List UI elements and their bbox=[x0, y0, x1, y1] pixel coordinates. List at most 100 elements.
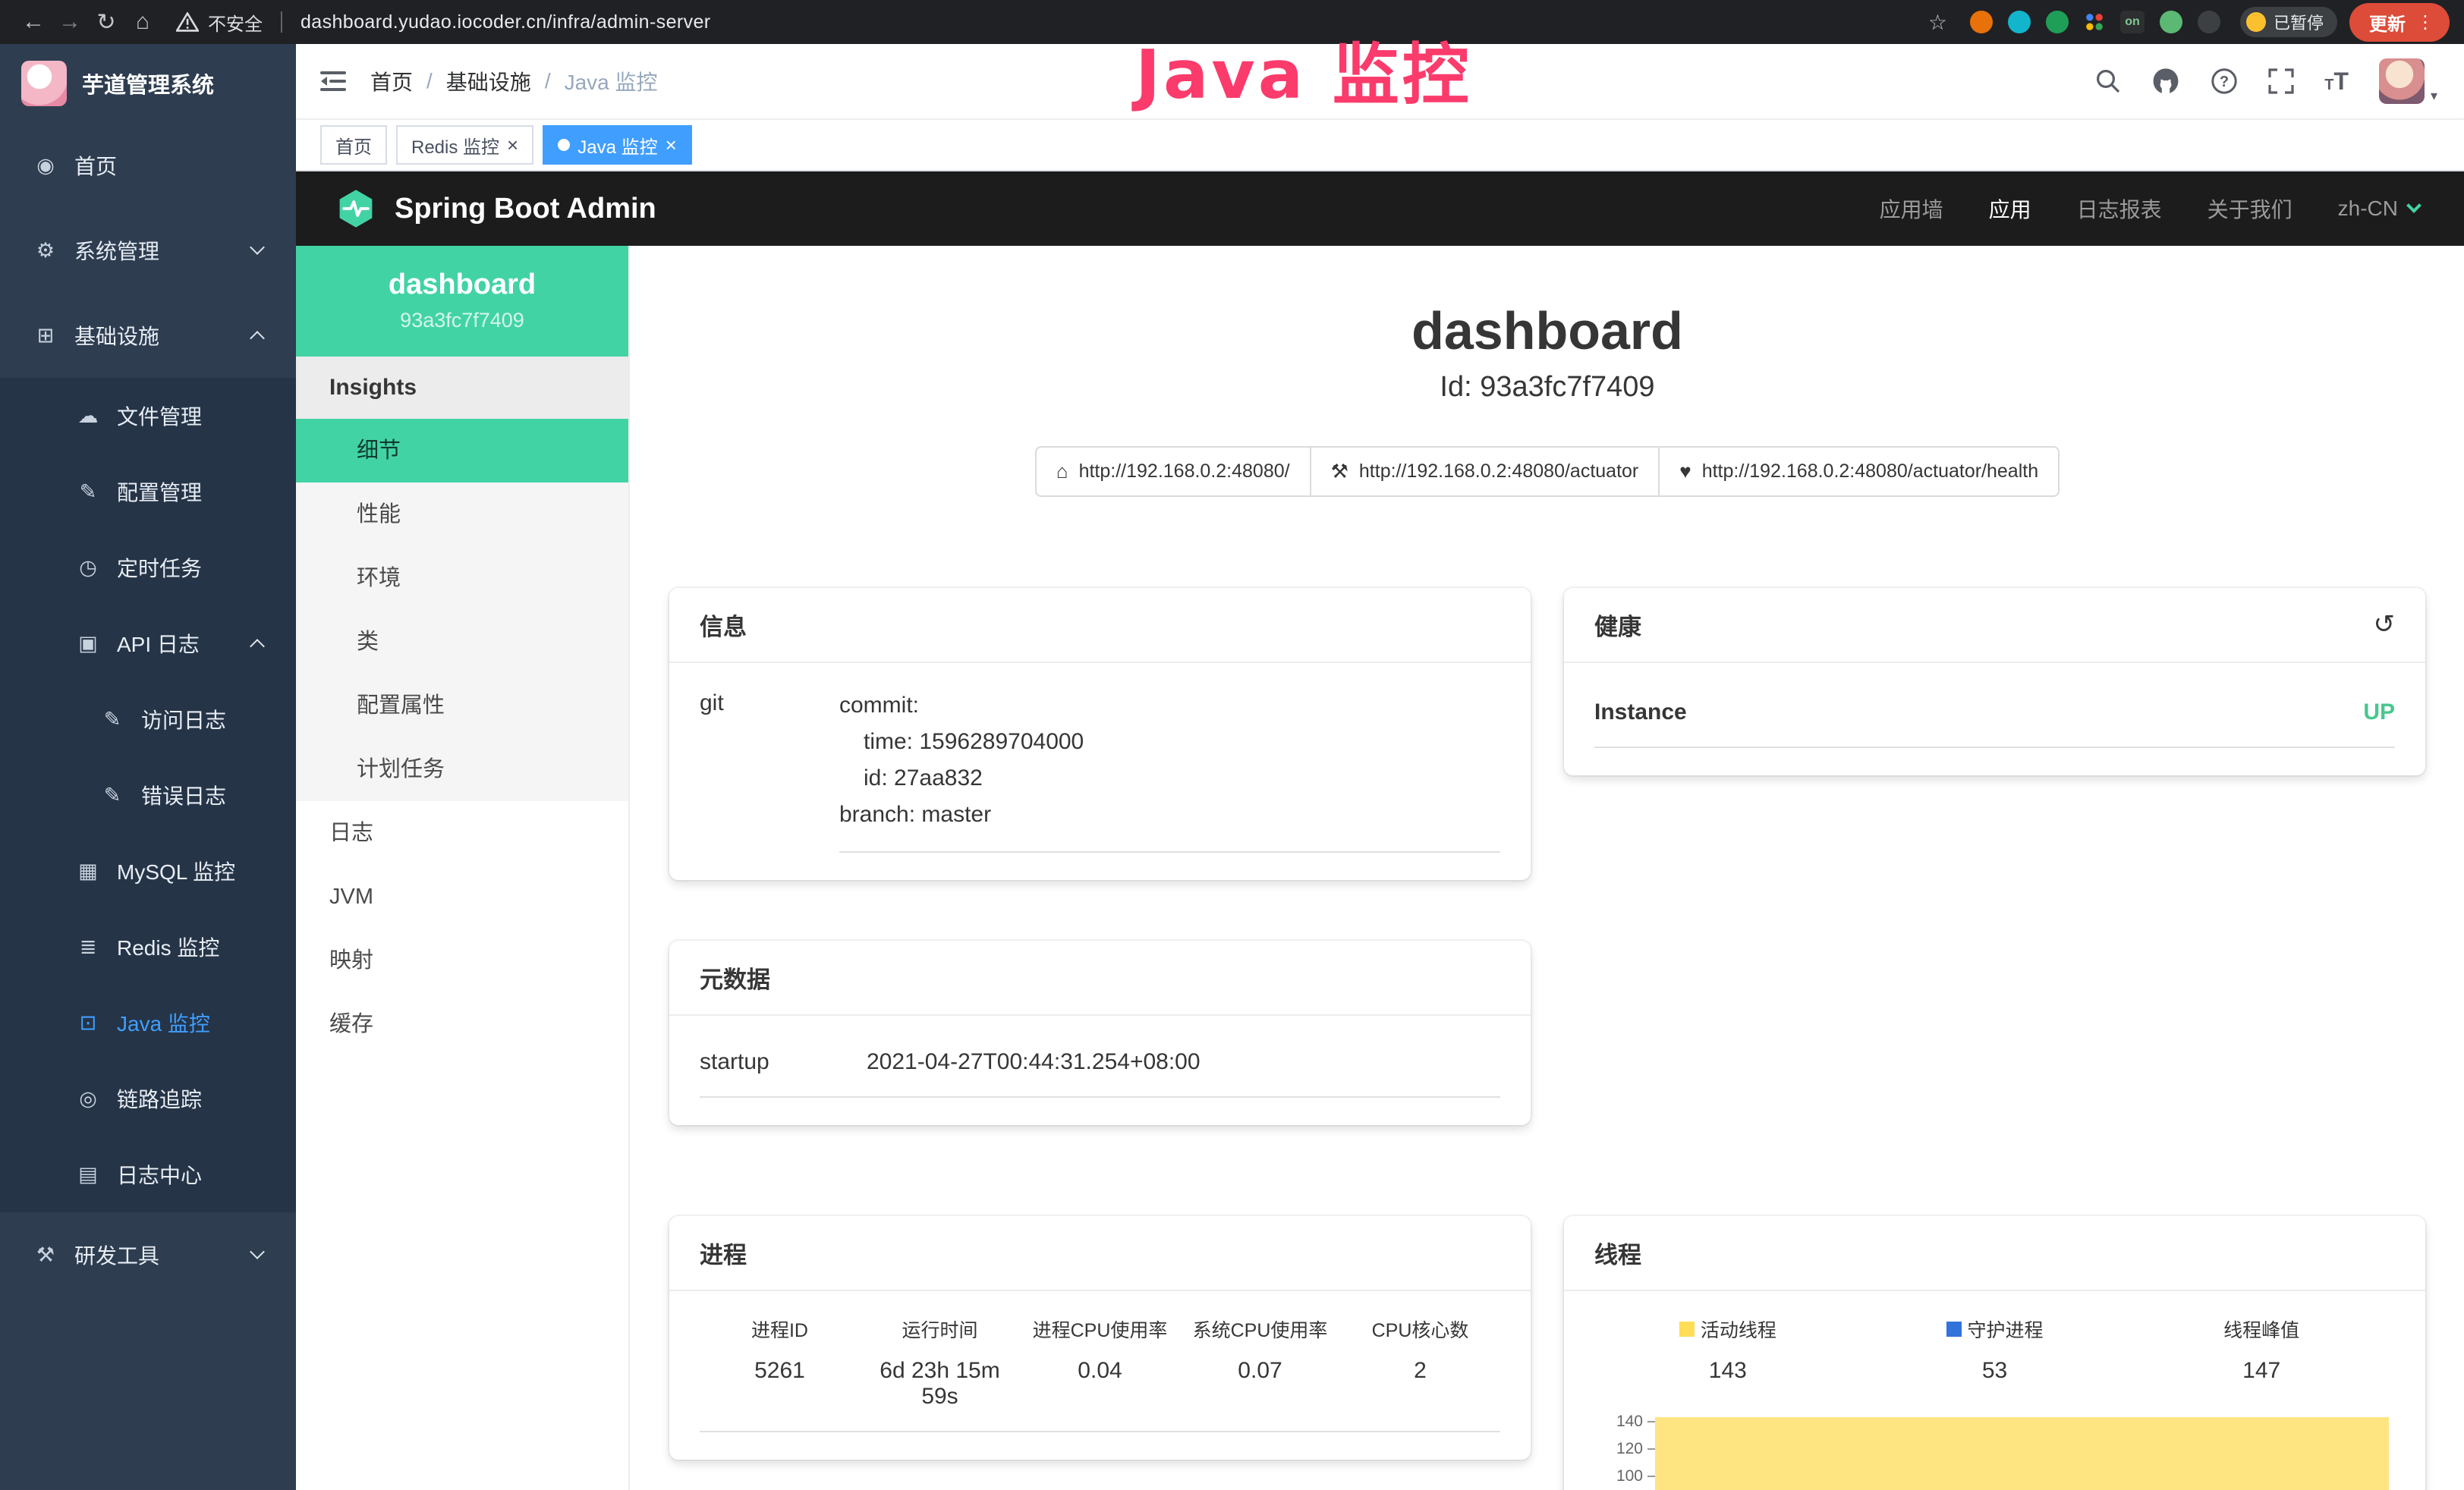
avatar bbox=[2379, 58, 2425, 104]
card-title: 元数据 bbox=[700, 960, 770, 995]
sba-item-details[interactable]: 细节 bbox=[296, 419, 628, 483]
log-icon: ✎ bbox=[97, 708, 127, 731]
instance-header[interactable]: dashboard 93a3fc7f7409 bbox=[296, 246, 628, 357]
clock-icon: ◷ bbox=[73, 556, 103, 580]
system-cpu: 系统CPU使用率 0.07 bbox=[1180, 1316, 1340, 1410]
update-button[interactable]: 更新 ⋮ bbox=[2349, 3, 2450, 42]
sba-item-mappings[interactable]: 映射 bbox=[296, 929, 628, 992]
process-cpu: 进程CPU使用率 0.04 bbox=[1020, 1316, 1180, 1410]
sba-item-jvm[interactable]: JVM bbox=[296, 865, 628, 929]
kebab-menu-icon[interactable]: ⋮ bbox=[2416, 11, 2434, 33]
sidebar-item-system-mgmt[interactable]: ⚙ 系统管理 bbox=[0, 208, 296, 293]
sba-brand-title[interactable]: Spring Boot Admin bbox=[395, 193, 656, 225]
sidebar-item-java-monitor[interactable]: ⊡ Java 监控 bbox=[0, 985, 296, 1061]
sba-sidebar: dashboard 93a3fc7f7409 Insights 细节 性能 环境… bbox=[296, 246, 630, 1490]
extension-icon-puzzle[interactable] bbox=[2198, 11, 2220, 33]
cpu-cores: CPU核心数 2 bbox=[1340, 1316, 1500, 1410]
chevron-down-icon bbox=[2406, 198, 2422, 213]
breadcrumb-home[interactable]: 首页 bbox=[370, 66, 413, 96]
sba-nav-wallboard[interactable]: 应用墙 bbox=[1880, 193, 1943, 224]
paused-badge[interactable]: 已暂停 bbox=[2240, 7, 2337, 37]
sba-item-caches[interactable]: 缓存 bbox=[296, 992, 628, 1056]
browser-reload-icon[interactable]: ↻ bbox=[88, 9, 124, 36]
breadcrumb-current: Java 监控 bbox=[565, 66, 658, 96]
process-uptime: 运行时间 6d 23h 15m 59s bbox=[860, 1316, 1020, 1410]
app-logo bbox=[21, 61, 67, 106]
tab-home[interactable]: 首页 bbox=[320, 125, 387, 165]
search-icon[interactable] bbox=[2095, 68, 2121, 94]
health-row[interactable]: Instance UP bbox=[1594, 687, 2395, 748]
extension-icon-grid[interactable] bbox=[2084, 11, 2105, 33]
sidebar-item-infrastructure[interactable]: ⊞ 基础设施 bbox=[0, 293, 296, 378]
sidebar-item-home[interactable]: ◉ 首页 bbox=[0, 123, 296, 208]
sidebar-item-file-mgmt[interactable]: ☁ 文件管理 bbox=[0, 378, 296, 454]
document-icon: ▣ bbox=[73, 632, 103, 655]
user-menu[interactable]: ▾ bbox=[2379, 58, 2437, 104]
sba-item-scheduled-tasks[interactable]: 计划任务 bbox=[296, 737, 628, 801]
card-title: 进程 bbox=[700, 1236, 747, 1270]
instance-id-label: Id: 93a3fc7f7409 bbox=[630, 371, 2464, 404]
browser-home-icon[interactable]: ⌂ bbox=[124, 9, 161, 35]
caret-down-icon: ▾ bbox=[2431, 88, 2437, 104]
legend-swatch-yellow bbox=[1679, 1322, 1695, 1337]
extension-icon-orange[interactable] bbox=[1970, 11, 1993, 33]
sba-item-config-props[interactable]: 配置属性 bbox=[296, 674, 628, 737]
github-icon[interactable] bbox=[2151, 67, 2180, 96]
actuator-url-button[interactable]: ⚒ http://192.168.0.2:48080/actuator bbox=[1310, 446, 1660, 497]
service-url-button[interactable]: ⌂ http://192.168.0.2:48080/ bbox=[1035, 446, 1311, 497]
threads-daemon: 守护进程 53 bbox=[1861, 1316, 2129, 1384]
bookmark-star-icon[interactable]: ☆ bbox=[1928, 10, 1947, 35]
threads-chart: 140 120 100 bbox=[1594, 1408, 2395, 1490]
sba-item-logs[interactable]: 日志 bbox=[296, 801, 628, 865]
fullscreen-icon[interactable] bbox=[2268, 68, 2294, 94]
log-center-icon: ▤ bbox=[73, 1163, 103, 1187]
sba-nav-applications[interactable]: 应用 bbox=[1989, 193, 2031, 224]
close-icon[interactable]: × bbox=[507, 135, 518, 155]
breadcrumb-infrastructure[interactable]: 基础设施 bbox=[446, 66, 531, 96]
tab-java-monitor[interactable]: Java 监控 × bbox=[543, 125, 692, 165]
gear-icon: ⚙ bbox=[30, 239, 61, 262]
font-size-icon[interactable]: TT bbox=[2324, 68, 2349, 96]
sidebar-item-api-log[interactable]: ▣ API 日志 bbox=[0, 605, 296, 681]
extension-icon-green[interactable] bbox=[2046, 11, 2069, 33]
extension-icon-teal[interactable] bbox=[2008, 11, 2031, 33]
help-icon[interactable]: ? bbox=[2211, 68, 2238, 95]
sidebar-menu: ◉ 首页 ⚙ 系统管理 ⊞ 基础设施 ☁ 文件管理 bbox=[0, 123, 296, 1297]
app-logo-row[interactable]: 芋道管理系统 bbox=[0, 44, 296, 123]
sba-item-environment[interactable]: 环境 bbox=[296, 546, 628, 610]
sidebar-item-mysql-monitor[interactable]: ▦ MySQL 监控 bbox=[0, 833, 296, 909]
sidebar-item-scheduled-jobs[interactable]: ◷ 定时任务 bbox=[0, 530, 296, 605]
sidebar-item-config-mgmt[interactable]: ✎ 配置管理 bbox=[0, 454, 296, 530]
eye-icon: ◎ bbox=[73, 1087, 103, 1111]
tab-redis-monitor[interactable]: Redis 监控 × bbox=[396, 125, 533, 165]
sba-nav-about[interactable]: 关于我们 bbox=[2208, 193, 2292, 224]
sidebar-item-error-log[interactable]: ✎ 错误日志 bbox=[0, 757, 296, 833]
sidebar-item-redis-monitor[interactable]: ≣ Redis 监控 bbox=[0, 909, 296, 985]
address-bar[interactable]: 不安全 dashboard.yudao.iocoder.cn/infra/adm… bbox=[176, 9, 711, 36]
browser-forward-icon[interactable]: → bbox=[52, 9, 88, 35]
locale-select[interactable]: zh-CN bbox=[2338, 196, 2419, 221]
card-title: 健康 bbox=[1594, 608, 1641, 642]
url-text[interactable]: dashboard.yudao.iocoder.cn/infra/admin-s… bbox=[301, 11, 711, 33]
live-threads-area bbox=[1655, 1417, 2389, 1490]
sba-item-metrics[interactable]: 性能 bbox=[296, 483, 628, 546]
sba-group-insights: Insights bbox=[296, 357, 628, 419]
browser-back-icon[interactable]: ← bbox=[15, 9, 52, 35]
sba-nav-journal[interactable]: 日志报表 bbox=[2077, 193, 2162, 224]
close-icon[interactable]: × bbox=[666, 135, 677, 155]
health-url-button[interactable]: ♥ http://192.168.0.2:48080/actuator/heal… bbox=[1658, 446, 2060, 497]
sidebar-fold-button[interactable] bbox=[296, 70, 370, 93]
history-icon[interactable]: ↺ bbox=[2374, 609, 2396, 640]
screen: ← → ↻ ⌂ 不安全 dashboard.yudao.iocoder.cn/i… bbox=[0, 0, 2464, 1490]
fold-icon bbox=[320, 70, 346, 93]
instance-name: dashboard bbox=[308, 269, 616, 301]
sidebar-item-access-log[interactable]: ✎ 访问日志 bbox=[0, 681, 296, 757]
sba-item-classes[interactable]: 类 bbox=[296, 610, 628, 674]
extension-icon-on-badge[interactable]: on bbox=[2120, 11, 2145, 33]
threads-live: 活动线程 143 bbox=[1594, 1316, 1861, 1384]
sidebar-item-log-center[interactable]: ▤ 日志中心 bbox=[0, 1136, 296, 1212]
security-label[interactable]: 不安全 bbox=[208, 9, 263, 36]
sidebar-item-dev-tools[interactable]: ⚒ 研发工具 bbox=[0, 1212, 296, 1297]
extension-icon-leaf[interactable] bbox=[2160, 11, 2182, 33]
sidebar-item-trace[interactable]: ◎ 链路追踪 bbox=[0, 1061, 296, 1136]
